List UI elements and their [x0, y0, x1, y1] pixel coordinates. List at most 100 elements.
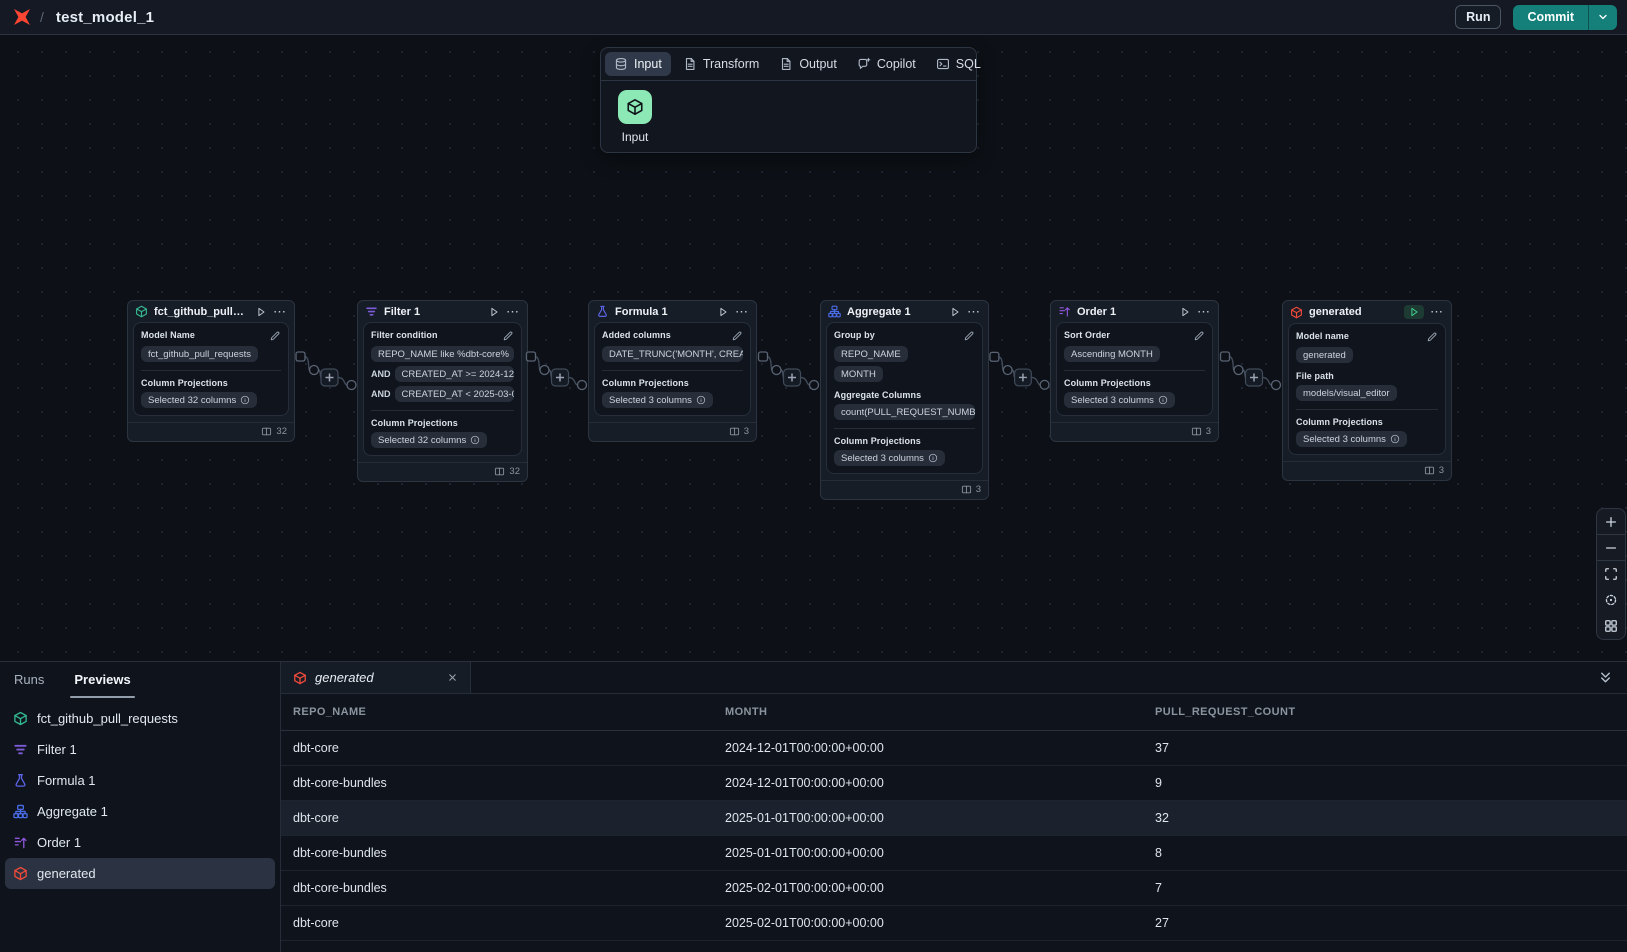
canvas-node-aggregate-1[interactable]: Aggregate 1 ⋯ Group by REPO_NAME MONTH A… — [820, 300, 989, 500]
filter-condition-chip: REPO_NAME like %dbt-core% — [371, 346, 514, 362]
cell-repo-name: dbt-core-bundles — [293, 776, 725, 790]
palette-tab-output[interactable]: Output — [769, 48, 847, 80]
commit-button[interactable]: Commit — [1513, 5, 1588, 30]
run-button[interactable]: Run — [1455, 5, 1501, 29]
edge-connector — [989, 346, 1050, 402]
cube-icon — [626, 98, 644, 116]
layout-grid-button[interactable] — [1597, 613, 1625, 639]
sidebar-item-generated[interactable]: generated — [5, 858, 275, 889]
edit-icon[interactable] — [963, 330, 975, 342]
edit-icon[interactable] — [731, 330, 743, 342]
palette-tab-label: SQL — [956, 57, 981, 71]
canvas-node-generated[interactable]: generated ⋯ Model name generated File pa… — [1282, 300, 1452, 481]
info-icon — [470, 435, 480, 445]
node-card: Filter condition REPO_NAME like %dbt-cor… — [363, 322, 522, 456]
node-menu-button[interactable]: ⋯ — [506, 307, 520, 317]
tab-previews[interactable]: Previews — [74, 672, 130, 698]
info-icon — [1390, 434, 1400, 444]
node-run-button[interactable] — [717, 306, 729, 318]
palette-tabs: Input Transform Output Copilot SQL — [601, 48, 976, 81]
canvas-node-formula-1[interactable]: Formula 1 ⋯ Added columns DATE_TRUNC('MO… — [588, 300, 757, 442]
zoom-in-button[interactable] — [1597, 509, 1625, 535]
section-label: Model Name — [141, 330, 195, 340]
sidebar-item-fct-github-pull-requests[interactable]: fct_github_pull_requests — [5, 703, 275, 734]
canvas-node-filter-1[interactable]: Filter 1 ⋯ Filter condition REPO_NAME li… — [357, 300, 528, 482]
edit-icon[interactable] — [502, 330, 514, 342]
bottom-panel: Runs Previews fct_github_pull_requests F… — [0, 661, 1627, 952]
add-node-button[interactable] — [1246, 369, 1263, 386]
palette-item-label: Input — [615, 130, 655, 144]
node-run-button[interactable] — [949, 306, 961, 318]
node-run-button[interactable] — [1179, 306, 1191, 318]
document-icon — [779, 57, 793, 71]
table-row[interactable]: dbt-core-bundles 2025-01-01T00:00:00+00:… — [281, 836, 1627, 871]
model-name-chip: generated — [1296, 347, 1353, 363]
palette-tab-sql[interactable]: SQL — [926, 48, 991, 80]
table-row[interactable]: dbt-core 2024-12-01T00:00:00+00:00 37 — [281, 731, 1627, 766]
add-node-button[interactable] — [784, 369, 801, 386]
filter-icon — [13, 742, 28, 757]
palette-tab-transform[interactable]: Transform — [673, 48, 770, 80]
copilot-icon — [857, 57, 871, 71]
collapse-panel-button[interactable] — [1598, 670, 1613, 690]
table-row-highlighted[interactable]: dbt-core 2025-01-01T00:00:00+00:00 32 — [281, 801, 1627, 836]
node-run-button[interactable] — [255, 306, 267, 318]
input-node-button[interactable] — [618, 90, 652, 124]
add-node-button[interactable] — [321, 369, 338, 386]
info-icon — [240, 395, 250, 405]
sitemap-icon — [828, 305, 841, 318]
palette-tab-copilot[interactable]: Copilot — [847, 48, 926, 80]
sidebar-item-label: Formula 1 — [37, 773, 96, 788]
commit-dropdown-button[interactable] — [1588, 5, 1617, 30]
fit-view-icon — [1604, 567, 1618, 581]
sidebar-item-formula-1[interactable]: Formula 1 — [5, 765, 275, 796]
palette-tab-input[interactable]: Input — [605, 52, 671, 76]
table-row[interactable]: dbt-core-bundles 2025-02-01T00:00:00+00:… — [281, 871, 1627, 906]
table-row[interactable]: dbt-core 2025-02-01T00:00:00+00:00 27 — [281, 906, 1627, 941]
cell-repo-name: dbt-core — [293, 741, 725, 755]
column-projection-chip: Selected 32 columns — [141, 392, 257, 408]
node-menu-button[interactable]: ⋯ — [273, 307, 287, 317]
node-run-button[interactable] — [488, 306, 500, 318]
table-row[interactable]: dbt-core-bundles 2024-12-01T00:00:00+00:… — [281, 766, 1627, 801]
dbt-logo-icon[interactable] — [12, 7, 32, 27]
add-node-button[interactable] — [1015, 369, 1032, 386]
palette-item-input[interactable]: Input — [615, 90, 655, 144]
node-run-button[interactable] — [1404, 305, 1424, 319]
flow-canvas[interactable]: Input Transform Output Copilot SQL Input… — [0, 36, 1627, 661]
commit-button-group: Commit — [1513, 5, 1617, 30]
edge-connector — [757, 346, 820, 402]
cube-icon — [13, 711, 28, 726]
edit-icon[interactable] — [1193, 330, 1205, 342]
condition-operator: AND — [371, 389, 391, 399]
sidebar-item-aggregate-1[interactable]: Aggregate 1 — [5, 796, 275, 827]
cell-repo-name: dbt-core — [293, 811, 725, 825]
sidebar-item-order-1[interactable]: Order 1 — [5, 827, 275, 858]
locate-button[interactable] — [1597, 587, 1625, 613]
node-title: Filter 1 — [384, 306, 482, 318]
edit-icon[interactable] — [1426, 331, 1438, 343]
node-menu-button[interactable]: ⋯ — [1197, 307, 1211, 317]
sidebar-item-label: generated — [37, 866, 96, 881]
section-label: Column Projections — [1296, 417, 1383, 427]
node-row-count: 3 — [821, 480, 988, 499]
tab-runs[interactable]: Runs — [14, 672, 44, 698]
node-menu-button[interactable]: ⋯ — [735, 307, 749, 317]
canvas-node-order-1[interactable]: Order 1 ⋯ Sort Order Ascending MONTH Col… — [1050, 300, 1219, 442]
cell-repo-name: dbt-core — [293, 916, 725, 930]
fit-view-button[interactable] — [1597, 561, 1625, 587]
node-menu-button[interactable]: ⋯ — [1430, 307, 1444, 317]
zoom-out-button[interactable] — [1597, 535, 1625, 561]
preview-tab-generated[interactable]: generated — [281, 662, 471, 693]
canvas-node-fct-github-pull-requests[interactable]: fct_github_pull_requests ⋯ Model Name fc… — [127, 300, 295, 442]
palette-tab-label: Input — [634, 57, 662, 71]
file-path-chip: models/visual_editor — [1296, 385, 1397, 401]
close-tab-button[interactable] — [447, 672, 458, 683]
cell-month: 2025-01-01T00:00:00+00:00 — [725, 846, 1155, 860]
node-row-count: 3 — [589, 422, 756, 441]
add-node-button[interactable] — [552, 369, 569, 386]
sidebar-item-filter-1[interactable]: Filter 1 — [5, 734, 275, 765]
edit-icon[interactable] — [269, 330, 281, 342]
section-label: Aggregate Columns — [834, 390, 921, 400]
node-menu-button[interactable]: ⋯ — [967, 307, 981, 317]
